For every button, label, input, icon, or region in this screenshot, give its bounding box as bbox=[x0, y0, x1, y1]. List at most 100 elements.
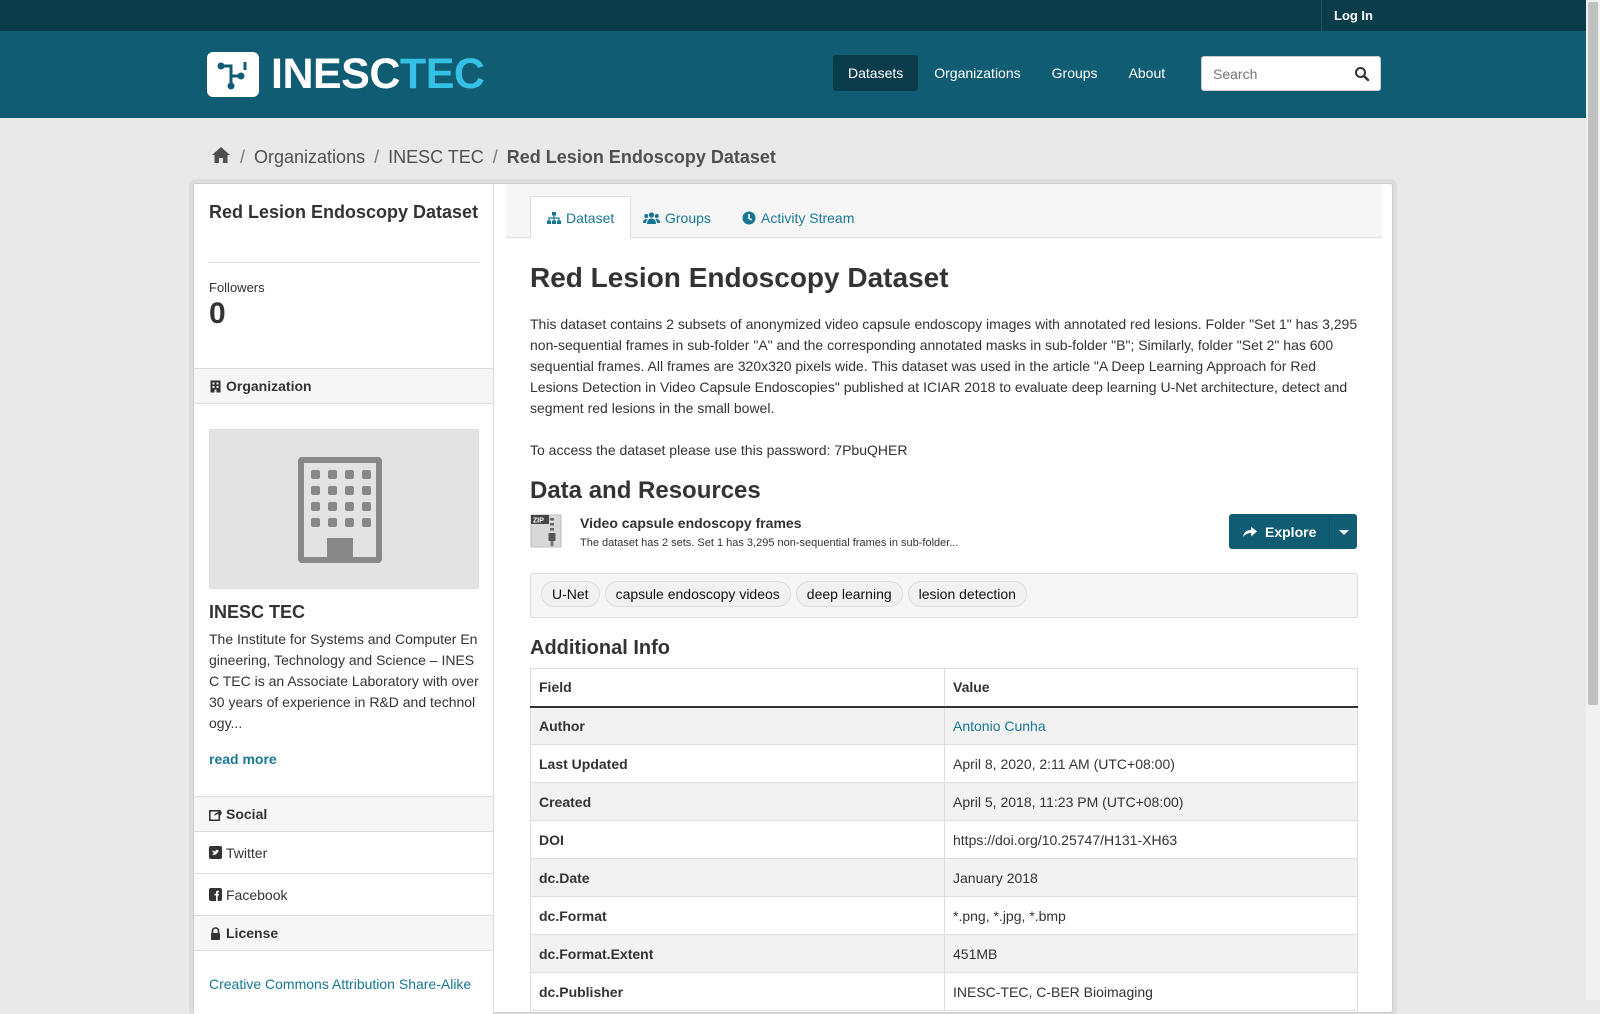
value-cell: April 8, 2020, 2:11 AM (UTC+08:00) bbox=[944, 744, 1358, 783]
field-cell: dc.Format.Extent bbox=[530, 934, 945, 973]
followers-count: 0 bbox=[209, 297, 226, 330]
breadcrumb-organizations[interactable]: Organizations bbox=[254, 147, 365, 168]
field-cell: Author bbox=[530, 706, 945, 745]
site-logo[interactable]: INESCTEC bbox=[207, 50, 485, 98]
value-cell: January 2018 bbox=[944, 858, 1358, 897]
chevron-down-icon[interactable] bbox=[1329, 514, 1357, 549]
table-row: Author Antonio Cunha bbox=[530, 706, 1358, 745]
column-header-field: Field bbox=[530, 668, 945, 708]
content-tabs: Dataset Groups Activity Stream bbox=[506, 184, 1382, 239]
tag-list: U-Net capsule endoscopy videos deep lear… bbox=[530, 573, 1358, 618]
license-heading: License bbox=[194, 915, 493, 951]
logo-circuit-icon bbox=[207, 52, 259, 97]
org-description: The Institute for Systems and Computer E… bbox=[209, 631, 479, 731]
value-cell: *.png, *.jpg, *.bmp bbox=[944, 896, 1358, 935]
field-cell: dc.Publisher bbox=[530, 972, 945, 1011]
page-scrollbar[interactable] bbox=[1586, 0, 1600, 1000]
value-cell: 451MB bbox=[944, 934, 1358, 973]
content-wrapper: Red Lesion Endoscopy Dataset Followers 0… bbox=[193, 183, 1393, 1014]
tab-activity-stream-label: Activity Stream bbox=[761, 209, 855, 226]
organization-heading: Organization bbox=[194, 368, 493, 404]
dataset-title: Red Lesion Endoscopy Dataset bbox=[530, 262, 949, 293]
table-row: Created April 5, 2018, 11:23 PM (UTC+08:0… bbox=[530, 782, 1358, 821]
tag-item[interactable]: U-Net bbox=[541, 581, 600, 607]
clock-icon bbox=[742, 211, 756, 224]
breadcrumb: / Organizations / INESC TEC / Red Lesion… bbox=[211, 145, 776, 169]
organization-heading-label: Organization bbox=[226, 378, 312, 394]
building-icon bbox=[298, 457, 382, 563]
tag-item[interactable]: deep learning bbox=[795, 581, 903, 607]
sidebar-dataset-title: Red Lesion Endoscopy Dataset bbox=[209, 202, 479, 222]
org-placeholder-image[interactable] bbox=[209, 429, 479, 589]
table-row: dc.Publisher INESC-TEC, C-BER Bioimaging bbox=[530, 972, 1358, 1011]
breadcrumb-separator: / bbox=[240, 146, 246, 167]
nav-groups[interactable]: Groups bbox=[1037, 55, 1113, 91]
sitemap-icon bbox=[547, 211, 561, 224]
home-icon[interactable] bbox=[211, 146, 231, 169]
field-cell: Last Updated bbox=[530, 744, 945, 783]
svg-text:ZIP: ZIP bbox=[533, 518, 544, 525]
divider bbox=[209, 262, 479, 263]
facebook-label: Facebook bbox=[226, 886, 288, 903]
read-more-link[interactable]: read more bbox=[209, 751, 277, 767]
nav-organizations[interactable]: Organizations bbox=[919, 55, 1035, 91]
share-icon bbox=[1243, 526, 1257, 537]
field-cell: DOI bbox=[530, 820, 945, 859]
facebook-icon bbox=[209, 888, 222, 901]
scrollbar-thumb[interactable] bbox=[1588, 2, 1598, 705]
breadcrumb-current[interactable]: Red Lesion Endoscopy Dataset bbox=[507, 147, 776, 168]
masthead: INESCTEC Datasets Organizations Groups A… bbox=[0, 31, 1586, 118]
tab-groups[interactable]: Groups bbox=[627, 196, 727, 239]
followers-label: Followers bbox=[209, 280, 265, 295]
column-header-value: Value bbox=[944, 668, 1358, 708]
twitter-link[interactable]: Twitter bbox=[194, 832, 493, 874]
tag-item[interactable]: lesion detection bbox=[907, 581, 1027, 607]
table-row: dc.Date January 2018 bbox=[530, 858, 1358, 897]
search-icon[interactable] bbox=[1354, 66, 1370, 82]
resource-title[interactable]: Video capsule endoscopy frames bbox=[580, 515, 802, 531]
table-row: dc.Format *.png, *.jpg, *.bmp bbox=[530, 896, 1358, 935]
additional-info-title: Additional Info bbox=[530, 637, 670, 659]
explore-button[interactable]: Explore bbox=[1229, 514, 1357, 549]
account-bar: Log In bbox=[0, 0, 1586, 31]
main-nav: Datasets Organizations Groups About bbox=[833, 55, 1181, 91]
tag-item[interactable]: capsule endoscopy videos bbox=[604, 581, 791, 607]
license-link[interactable]: Creative Commons Attribution Share-Alike bbox=[209, 976, 471, 992]
building-icon bbox=[210, 380, 221, 392]
resources-title: Data and Resources bbox=[530, 477, 761, 504]
facebook-link[interactable]: Facebook bbox=[194, 874, 493, 916]
breadcrumb-separator: / bbox=[374, 146, 380, 167]
tab-dataset-label: Dataset bbox=[566, 209, 615, 226]
value-cell: Antonio Cunha bbox=[944, 706, 1358, 745]
author-link[interactable]: Antonio Cunha bbox=[953, 718, 1046, 734]
breadcrumb-org[interactable]: INESC TEC bbox=[388, 147, 484, 168]
tab-dataset[interactable]: Dataset bbox=[530, 196, 632, 239]
tab-activity-stream[interactable]: Activity Stream bbox=[726, 196, 870, 239]
users-icon bbox=[643, 211, 660, 224]
license-heading-label: License bbox=[226, 925, 279, 941]
org-name: INESC TEC bbox=[209, 602, 306, 622]
value-cell: April 5, 2018, 11:23 PM (UTC+08:00) bbox=[944, 782, 1358, 821]
table-row: DOI https://doi.org/10.25747/H131-XH63 bbox=[530, 820, 1358, 859]
twitter-label: Twitter bbox=[226, 844, 268, 861]
nav-about[interactable]: About bbox=[1114, 55, 1181, 91]
table-row: dc.Format.Extent 451MB bbox=[530, 934, 1358, 973]
resource-description: The dataset has 2 sets. Set 1 has 3,295 … bbox=[580, 537, 959, 549]
value-cell: https://doi.org/10.25747/H131-XH63 bbox=[944, 820, 1358, 859]
social-heading-label: Social bbox=[226, 806, 268, 822]
additional-info-table: Field Value Author Antonio Cunha Last Upd… bbox=[530, 668, 1358, 1011]
search-input[interactable] bbox=[1202, 57, 1342, 90]
nav-datasets[interactable]: Datasets bbox=[833, 55, 919, 91]
explore-label: Explore bbox=[1265, 523, 1317, 540]
search-box bbox=[1201, 56, 1381, 91]
lock-icon bbox=[211, 926, 220, 940]
zip-format-icon[interactable]: ZIP bbox=[530, 514, 562, 548]
table-row: Last Updated April 8, 2020, 2:11 AM (UTC+… bbox=[530, 744, 1358, 783]
sidebar: Red Lesion Endoscopy Dataset Followers 0… bbox=[194, 184, 494, 1014]
twitter-icon bbox=[209, 846, 222, 859]
login-link[interactable]: Log In bbox=[1321, 0, 1385, 31]
logo-text: INESCTEC bbox=[271, 50, 485, 98]
dataset-password-note: To access the dataset please use this pa… bbox=[530, 442, 908, 458]
value-cell: INESC-TEC, C-BER Bioimaging bbox=[944, 972, 1358, 1011]
field-cell: Created bbox=[530, 782, 945, 821]
